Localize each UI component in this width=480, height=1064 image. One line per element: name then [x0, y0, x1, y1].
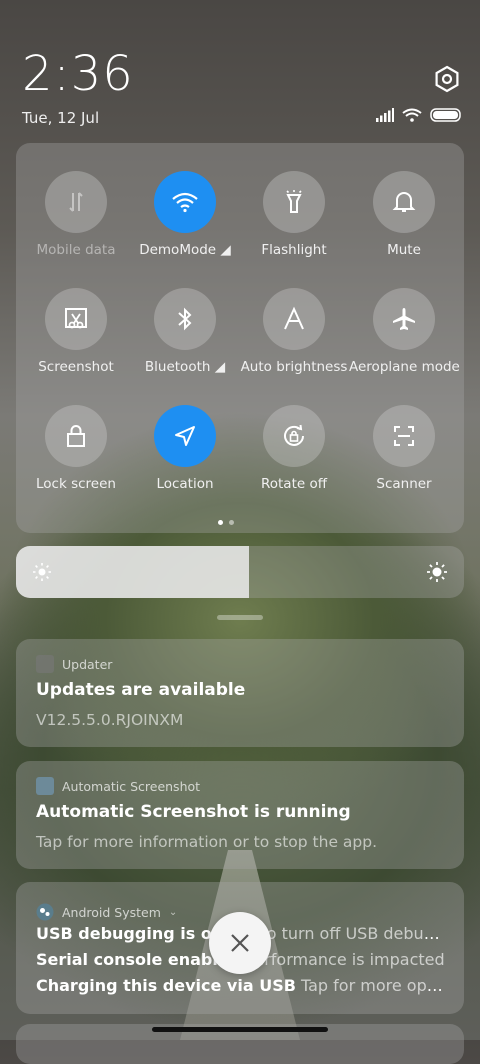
- wifi-status-icon: [402, 108, 422, 122]
- notification-app-name: Android System: [62, 904, 161, 920]
- flashlight-icon: [263, 171, 325, 233]
- toggle-label: Aeroplane mode: [349, 359, 460, 375]
- signal-icon: [376, 108, 394, 122]
- settings-gear-icon[interactable]: [432, 64, 462, 94]
- toggle-location[interactable]: Location: [130, 405, 240, 492]
- notification-app-name: Updater: [62, 656, 113, 672]
- toggle-label: Flashlight: [261, 242, 327, 258]
- screenshot-icon: [45, 288, 107, 350]
- notification-line-body: Tap for more options: [301, 976, 446, 995]
- lock-icon: [45, 405, 107, 467]
- brightness-slider[interactable]: [16, 546, 464, 598]
- notification-automatic-screenshot[interactable]: Automatic Screenshot Automatic Screensho…: [16, 761, 464, 869]
- airplane-icon: [373, 288, 435, 350]
- battery-icon: [430, 108, 461, 122]
- toggle-aeroplane-mode[interactable]: Aeroplane mode: [349, 288, 460, 375]
- notification-header: Updater: [36, 655, 112, 673]
- bell-icon: [373, 171, 435, 233]
- notification-title: Automatic Screenshot is running: [36, 802, 351, 822]
- notification-app-name: Automatic Screenshot: [62, 778, 201, 794]
- mobile-data-icon: [45, 171, 107, 233]
- brightness-high-icon: [427, 562, 447, 582]
- chevron-down-icon: ⌄: [168, 906, 178, 918]
- notification-line-usb-charging: Charging this device via USB Tap for mor…: [36, 976, 446, 995]
- toggle-label: Rotate off: [260, 476, 328, 492]
- notification-header: Automatic Screenshot: [36, 777, 200, 795]
- notification-header: Android System ⌄: [36, 903, 177, 921]
- close-icon: [231, 934, 249, 952]
- android-system-icon: [36, 903, 54, 921]
- clear-all-button[interactable]: [209, 912, 271, 974]
- notification-line-body: Performance is impacted: [245, 950, 445, 969]
- notification-line-title: Charging this device via USB: [36, 976, 296, 995]
- toggle-label: Mute: [387, 242, 421, 258]
- toggle-label: Lock screen: [36, 476, 116, 492]
- status-icons: [376, 108, 462, 122]
- toggle-flashlight[interactable]: Flashlight: [239, 171, 349, 258]
- auto-brightness-icon: [263, 288, 325, 350]
- toggle-label: Location: [156, 476, 214, 492]
- toggle-label: Mobile data: [36, 242, 116, 258]
- toggle-bluetooth[interactable]: Bluetooth ◢: [130, 288, 240, 375]
- toggle-mobile-data[interactable]: Mobile data: [21, 171, 131, 258]
- scanner-icon: [373, 405, 435, 467]
- rotate-lock-icon: [263, 405, 325, 467]
- drag-handle[interactable]: [217, 615, 263, 620]
- notification-title: Updates are available: [36, 680, 246, 700]
- notification-line-title: USB debugging is on: [36, 924, 224, 943]
- updater-app-icon: [36, 655, 54, 673]
- notification-body: Tap for more information or to stop the …: [36, 833, 378, 851]
- bluetooth-icon: [154, 288, 216, 350]
- toggle-label: Auto brightness: [240, 359, 348, 375]
- notification-line-title: Serial console enabled: [36, 950, 241, 969]
- toggle-scanner[interactable]: Scanner: [349, 405, 459, 492]
- toggle-lock-screen[interactable]: Lock screen: [21, 405, 131, 492]
- toggle-rotate[interactable]: Rotate off: [239, 405, 349, 492]
- notification-updater[interactable]: Updater Updates are available V12.5.5.0.…: [16, 639, 464, 747]
- toggle-wifi[interactable]: DemoMode ◢: [130, 171, 240, 258]
- clock: 2:36: [22, 46, 134, 102]
- wifi-icon: [154, 171, 216, 233]
- toggle-screenshot[interactable]: Screenshot: [21, 288, 131, 375]
- screenshot-app-icon: [36, 777, 54, 795]
- location-icon: [154, 405, 216, 467]
- toggle-label: DemoMode ◢: [139, 242, 231, 258]
- page-dot-active: [218, 520, 223, 525]
- page-dot: [229, 520, 234, 525]
- toggle-label: Bluetooth ◢: [144, 359, 226, 375]
- toggle-auto-brightness[interactable]: Auto brightness: [239, 288, 349, 375]
- brightness-low-icon: [33, 563, 51, 581]
- notification-body: V12.5.5.0.RJOINXM: [36, 711, 184, 729]
- page-indicator: [218, 520, 234, 525]
- toggle-label: Screenshot: [38, 359, 114, 375]
- date: Tue, 12 Jul: [22, 109, 100, 127]
- toggle-label: Scanner: [376, 476, 432, 492]
- gesture-bar[interactable]: [152, 1027, 328, 1032]
- toggle-mute[interactable]: Mute: [349, 171, 459, 258]
